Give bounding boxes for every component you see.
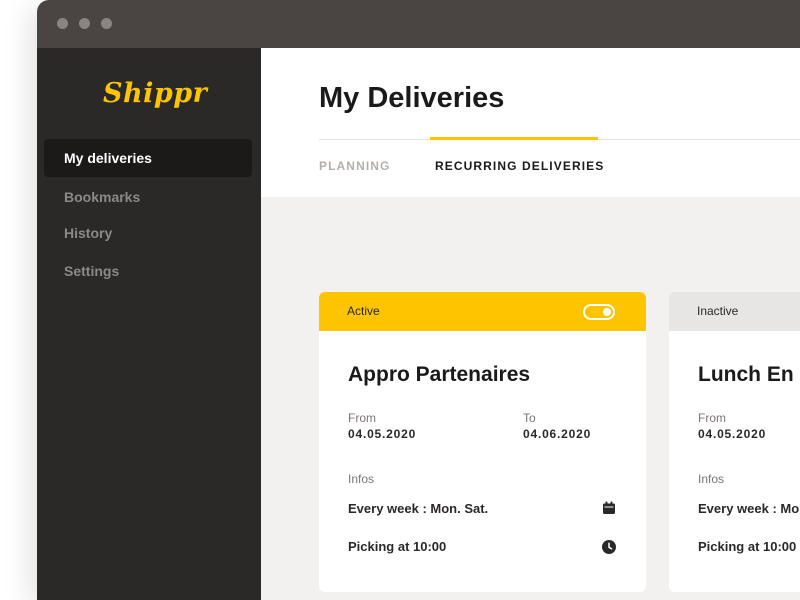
from-date: 04.05.2020 [348,427,417,441]
schedule-info: Every week : Mon. Sat. [348,501,489,516]
card-status-label: Inactive [697,304,739,318]
sidebar-item-my-deliveries[interactable]: My deliveries [44,139,252,177]
toggle-knob [603,308,611,316]
card-status-bar: Inactive [669,292,800,331]
sidebar: Shippr My deliveries Bookmarks History S… [37,48,261,600]
card-title: Lunch En [698,363,794,386]
sidebar-item-history[interactable]: History [44,214,252,252]
window-maximize-control[interactable] [101,18,112,29]
to-date: 04.06.2020 [523,427,592,441]
card-title: Appro Partenaires [348,363,531,386]
from-label: From [348,411,376,425]
delivery-card-appro-partenaires[interactable]: Active Appro Partenaires From 04.05.2020… [319,292,646,592]
active-tab-indicator [430,137,598,140]
window-minimize-control[interactable] [79,18,90,29]
calendar-icon [603,501,615,514]
clock-icon [602,540,616,554]
logo: Shippr [103,78,208,109]
page-title: My Deliveries [319,82,505,114]
schedule-info: Every week : Mo [698,501,800,516]
active-toggle[interactable] [583,304,615,320]
card-status-label: Active [347,304,380,318]
window-titlebar [37,0,800,48]
infos-label: Infos [698,472,725,486]
card-status-bar: Active [319,292,646,331]
tab-planning[interactable]: PLANNING [319,159,390,173]
tab-recurring-deliveries[interactable]: RECURRING DELIVERIES [435,159,604,173]
to-label: To [523,411,536,425]
window-close-control[interactable] [57,18,68,29]
picking-info: Picking at 10:00 [698,539,797,554]
sidebar-item-settings[interactable]: Settings [44,252,252,290]
from-date: 04.05.2020 [698,427,767,441]
from-label: From [698,411,726,425]
sidebar-item-bookmarks[interactable]: Bookmarks [44,178,252,216]
main-header: My Deliveries PLANNING RECURRING DELIVER… [261,48,800,197]
app-window: Shippr My deliveries Bookmarks History S… [37,0,800,600]
delivery-card-lunch[interactable]: Inactive Lunch En From 04.05.2020 Infos … [669,292,800,592]
picking-info: Picking at 10:00 [348,539,447,554]
infos-label: Infos [348,472,375,486]
